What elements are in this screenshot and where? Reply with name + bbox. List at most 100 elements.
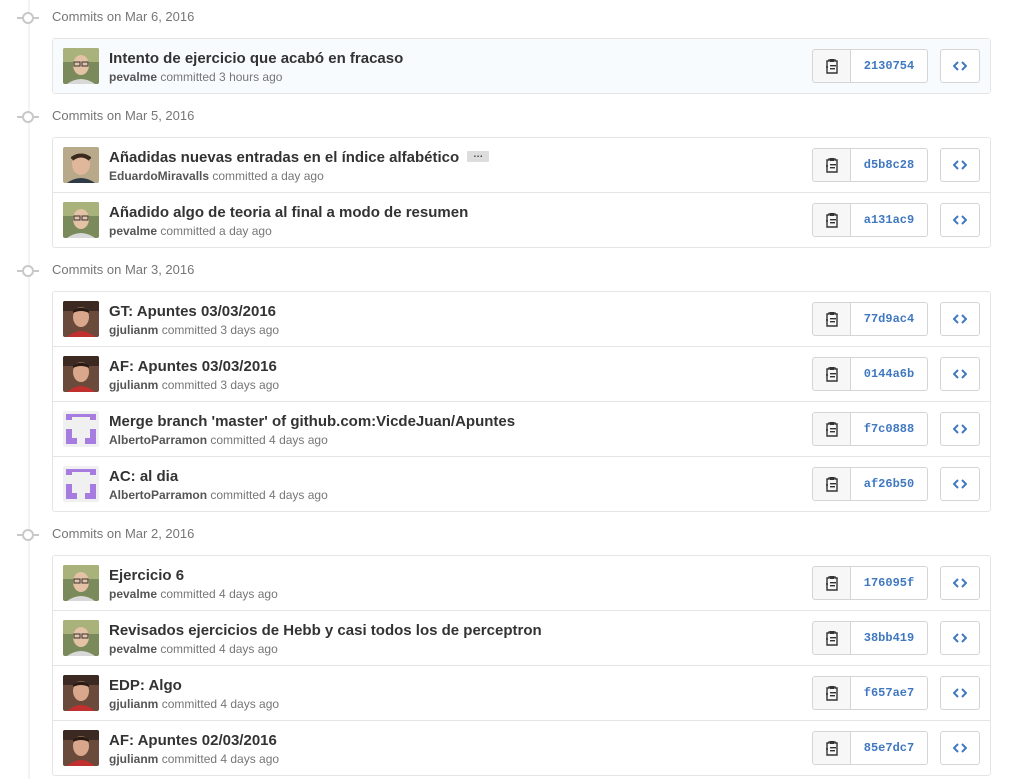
commit-title-link[interactable]: Ejercicio 6 xyxy=(109,567,184,584)
copy-sha-button[interactable] xyxy=(812,467,851,501)
copy-sha-button[interactable] xyxy=(812,357,851,391)
commit-row: Merge branch 'master' of github.com:Vicd… xyxy=(53,401,990,456)
commit-group: Intento de ejercicio que acabó en fracas… xyxy=(52,38,991,94)
commit-title-link[interactable]: AF: Apuntes 02/03/2016 xyxy=(109,732,277,749)
commit-meta: pevalme committed 4 days ago xyxy=(109,642,278,656)
commit-title-link[interactable]: Añadido algo de teoria al final a modo d… xyxy=(109,204,468,221)
commit-row: Revisados ejercicios de Hebb y casi todo… xyxy=(53,610,990,665)
avatar[interactable] xyxy=(63,675,99,711)
copy-sha-button[interactable] xyxy=(812,566,851,600)
avatar[interactable] xyxy=(63,301,99,337)
browse-code-button[interactable] xyxy=(940,357,980,391)
browse-code-button[interactable] xyxy=(940,302,980,336)
copy-sha-button[interactable] xyxy=(812,676,851,710)
clipboard-icon xyxy=(825,157,839,173)
avatar[interactable] xyxy=(63,620,99,656)
commit-time: committed a day ago xyxy=(160,224,272,238)
code-icon xyxy=(953,159,967,171)
commit-sha-link[interactable]: d5b8c28 xyxy=(851,148,928,182)
commit-meta: AlbertoParramon committed 4 days ago xyxy=(109,433,328,447)
browse-code-button[interactable] xyxy=(940,566,980,600)
sha-button-group: 2130754 xyxy=(812,49,928,83)
commit-dot-icon xyxy=(17,265,39,277)
browse-code-button[interactable] xyxy=(940,731,980,765)
commit-meta: gjulianm committed 4 days ago xyxy=(109,697,279,711)
clipboard-icon xyxy=(825,685,839,701)
commit-sha-link[interactable]: af26b50 xyxy=(851,467,928,501)
commit-meta: pevalme committed 4 days ago xyxy=(109,587,278,601)
commit-title-link[interactable]: Merge branch 'master' of github.com:Vicd… xyxy=(109,413,515,430)
commit-title-link[interactable]: Añadidas nuevas entradas en el índice al… xyxy=(109,149,490,166)
code-icon xyxy=(953,423,967,435)
commit-date-label: Commits on Mar 5, 2016 xyxy=(52,108,195,123)
copy-sha-button[interactable] xyxy=(812,302,851,336)
commit-sha-link[interactable]: 38bb419 xyxy=(851,621,928,655)
avatar[interactable] xyxy=(63,147,99,183)
code-icon xyxy=(953,214,967,226)
commit-sha-link[interactable]: 77d9ac4 xyxy=(851,302,928,336)
commit-dot-icon xyxy=(17,111,39,123)
commit-sha-link[interactable]: 2130754 xyxy=(851,49,928,83)
clipboard-icon xyxy=(825,366,839,382)
commit-author-link[interactable]: AlbertoParramon xyxy=(109,488,207,502)
avatar[interactable] xyxy=(63,48,99,84)
copy-sha-button[interactable] xyxy=(812,731,851,765)
browse-code-button[interactable] xyxy=(940,676,980,710)
avatar[interactable] xyxy=(63,466,99,502)
sha-button-group: af26b50 xyxy=(812,467,928,501)
commit-title-link[interactable]: AC: al dia xyxy=(109,468,178,485)
commit-title-link[interactable]: AF: Apuntes 03/03/2016 xyxy=(109,358,277,375)
commit-title-link[interactable]: GT: Apuntes 03/03/2016 xyxy=(109,303,276,320)
commit-dot-icon xyxy=(17,529,39,541)
commit-time: committed 4 days ago xyxy=(161,752,280,766)
commit-author-link[interactable]: gjulianm xyxy=(109,323,158,337)
commit-sha-link[interactable]: f657ae7 xyxy=(851,676,928,710)
commit-sha-link[interactable]: f7c0888 xyxy=(851,412,928,446)
browse-code-button[interactable] xyxy=(940,621,980,655)
commit-group: GT: Apuntes 03/03/2016 gjulianm committed… xyxy=(52,291,991,512)
commit-author-link[interactable]: gjulianm xyxy=(109,378,158,392)
clipboard-icon xyxy=(825,630,839,646)
commit-author-link[interactable]: pevalme xyxy=(109,70,157,84)
commit-row: Ejercicio 6 pevalme committed 4 days ago 1… xyxy=(53,556,990,610)
avatar[interactable] xyxy=(63,730,99,766)
commit-time: committed 4 days ago xyxy=(160,587,278,601)
commit-author-link[interactable]: gjulianm xyxy=(109,752,158,766)
commit-author-link[interactable]: pevalme xyxy=(109,642,157,656)
avatar[interactable] xyxy=(63,202,99,238)
commit-sha-link[interactable]: 0144a6b xyxy=(851,357,928,391)
commit-author-link[interactable]: pevalme xyxy=(109,587,157,601)
commit-time: committed 4 days ago xyxy=(160,642,278,656)
commit-sha-link[interactable]: 85e7dc7 xyxy=(851,731,928,765)
browse-code-button[interactable] xyxy=(940,203,980,237)
commit-sha-link[interactable]: a131ac9 xyxy=(851,203,928,237)
commit-title-link[interactable]: Revisados ejercicios de Hebb y casi todo… xyxy=(109,622,542,639)
commit-row: GT: Apuntes 03/03/2016 gjulianm committed… xyxy=(53,292,990,346)
commit-author-link[interactable]: AlbertoParramon xyxy=(109,433,207,447)
browse-code-button[interactable] xyxy=(940,49,980,83)
commit-row: Añadidas nuevas entradas en el índice al… xyxy=(53,138,990,192)
commit-sha-link[interactable]: 176095f xyxy=(851,566,928,600)
commit-meta: gjulianm committed 4 days ago xyxy=(109,752,279,766)
copy-sha-button[interactable] xyxy=(812,203,851,237)
copy-sha-button[interactable] xyxy=(812,49,851,83)
commit-row: AC: al dia AlbertoParramon committed 4 da… xyxy=(53,456,990,511)
commit-author-link[interactable]: gjulianm xyxy=(109,697,158,711)
avatar[interactable] xyxy=(63,411,99,447)
sha-button-group: 77d9ac4 xyxy=(812,302,928,336)
avatar[interactable] xyxy=(63,565,99,601)
commit-author-link[interactable]: pevalme xyxy=(109,224,157,238)
commit-group: Añadidas nuevas entradas en el índice al… xyxy=(52,137,991,248)
commit-title-link[interactable]: EDP: Algo xyxy=(109,677,182,694)
browse-code-button[interactable] xyxy=(940,148,980,182)
copy-sha-button[interactable] xyxy=(812,621,851,655)
commit-author-link[interactable]: EduardoMiravalls xyxy=(109,169,209,183)
commit-title-link[interactable]: Intento de ejercicio que acabó en fracas… xyxy=(109,50,403,67)
browse-code-button[interactable] xyxy=(940,412,980,446)
copy-sha-button[interactable] xyxy=(812,412,851,446)
copy-sha-button[interactable] xyxy=(812,148,851,182)
expand-message-button[interactable]: … xyxy=(467,149,490,162)
commit-row: AF: Apuntes 02/03/2016 gjulianm committed… xyxy=(53,720,990,775)
avatar[interactable] xyxy=(63,356,99,392)
browse-code-button[interactable] xyxy=(940,467,980,501)
